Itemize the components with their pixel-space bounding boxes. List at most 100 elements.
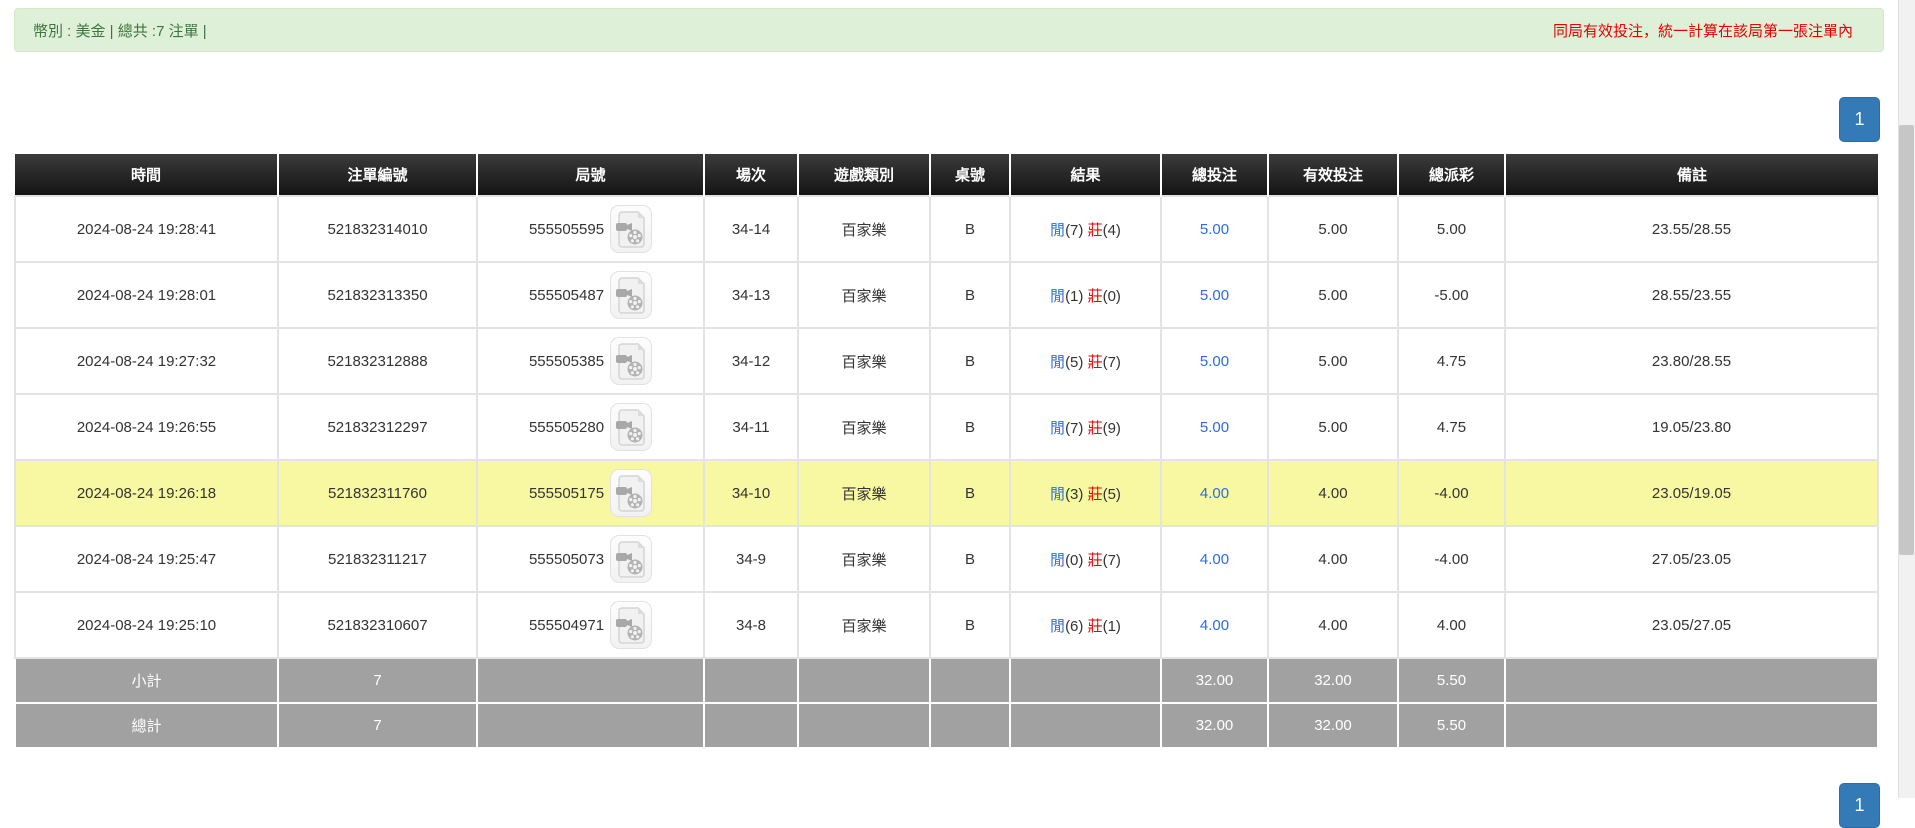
header-payout: 總派彩	[1397, 154, 1505, 196]
round-number: 555505385	[528, 352, 605, 370]
subtotal-valid-bet: 32.00	[1267, 657, 1399, 704]
subtotal-total-bet: 32.00	[1160, 657, 1269, 704]
video-file-icon	[616, 277, 645, 314]
result-player-score: (7)	[1065, 221, 1084, 239]
time-cell: 2024-08-24 19:26:18	[14, 459, 279, 527]
result-cell: 閒(6) 莊(1)	[1009, 591, 1162, 659]
result-banker-score: (4)	[1102, 221, 1121, 239]
result-banker-score: (7)	[1102, 353, 1121, 371]
result-player-label: 閒	[1050, 287, 1066, 305]
total-payout: 5.50	[1397, 702, 1506, 749]
bet-id-cell: 521832312297	[277, 393, 478, 461]
play-video-button[interactable]	[610, 271, 653, 319]
total-bet-link[interactable]: 4.00	[1200, 485, 1229, 502]
table-row[interactable]: 2024-08-24 19:26:18 521832311760 5555051…	[14, 459, 1879, 527]
video-file-icon	[616, 607, 645, 644]
total-bet-link[interactable]: 5.00	[1200, 419, 1229, 436]
video-file-icon	[616, 211, 645, 248]
result-banker-label: 莊	[1087, 617, 1103, 635]
header-game-type: 遊戲類別	[797, 154, 930, 196]
total-bet-link[interactable]: 5.00	[1200, 221, 1229, 238]
result-banker-score: (7)	[1102, 551, 1121, 569]
video-file-icon	[616, 541, 645, 578]
bet-id-cell: 521832312888	[277, 327, 478, 395]
valid-bet-cell: 4.00	[1267, 525, 1399, 593]
table-row[interactable]: 2024-08-24 19:28:01 521832313350 5555054…	[14, 261, 1879, 329]
table-row[interactable]: 2024-08-24 19:26:55 521832312297 5555052…	[14, 393, 1879, 461]
result-player-label: 閒	[1050, 419, 1066, 437]
grand-total-row: 總計 7 32.00 32.00 5.50	[14, 702, 1879, 749]
result-player-label: 閒	[1050, 551, 1066, 569]
game-type-cell: 百家樂	[797, 591, 931, 659]
play-video-button[interactable]	[610, 469, 653, 517]
table-row[interactable]: 2024-08-24 19:28:41 521832314010 5555055…	[14, 195, 1879, 263]
round-number: 555505175	[528, 484, 605, 502]
play-video-button[interactable]	[610, 535, 653, 583]
header-table-no: 桌號	[929, 154, 1010, 196]
round-number: 555504971	[528, 616, 605, 634]
play-video-button[interactable]	[610, 403, 653, 451]
table-no-cell: B	[929, 525, 1011, 593]
result-cell: 閒(1) 莊(0)	[1009, 261, 1162, 329]
pagination-page-1-button-bottom[interactable]: 1	[1839, 783, 1880, 828]
round-number: 555505073	[528, 550, 605, 568]
table-no-cell: B	[929, 393, 1011, 461]
result-banker-label: 莊	[1087, 221, 1103, 239]
round-no-cell: 555504971	[476, 591, 705, 659]
result-cell: 閒(3) 莊(5)	[1009, 459, 1162, 527]
time-cell: 2024-08-24 19:28:01	[14, 261, 279, 329]
scrollbar-thumb[interactable]	[1899, 125, 1914, 555]
remark-cell: 28.55/23.55	[1504, 261, 1879, 329]
result-cell: 閒(7) 莊(9)	[1009, 393, 1162, 461]
table-row[interactable]: 2024-08-24 19:25:10 521832310607 5555049…	[14, 591, 1879, 659]
total-bet-cell: 5.00	[1160, 327, 1269, 395]
remark-cell: 19.05/23.80	[1504, 393, 1879, 461]
remark-cell: 23.05/19.05	[1504, 459, 1879, 527]
header-result: 結果	[1009, 154, 1161, 196]
play-video-button[interactable]	[610, 601, 653, 649]
round-no-cell: 555505280	[476, 393, 705, 461]
total-label: 總計	[14, 702, 279, 749]
pagination-page-1-button[interactable]: 1	[1839, 97, 1880, 142]
table-no-cell: B	[929, 261, 1011, 329]
result-banker-score: (9)	[1102, 419, 1121, 437]
payout-cell: -5.00	[1397, 261, 1506, 329]
result-player-label: 閒	[1050, 353, 1066, 371]
play-video-button[interactable]	[610, 205, 653, 253]
round-number: 555505487	[528, 286, 605, 304]
bet-id-cell: 521832311760	[277, 459, 478, 527]
header-session: 場次	[703, 154, 798, 196]
remark-cell: 23.05/27.05	[1504, 591, 1879, 659]
total-bet-link[interactable]: 4.00	[1200, 551, 1229, 568]
total-bet-link[interactable]: 5.00	[1200, 353, 1229, 370]
total-total-bet: 32.00	[1160, 702, 1269, 749]
result-banker-score: (5)	[1102, 485, 1121, 503]
total-bet-link[interactable]: 4.00	[1200, 617, 1229, 634]
payout-cell: 4.75	[1397, 327, 1506, 395]
table-row[interactable]: 2024-08-24 19:25:47 521832311217 5555050…	[14, 525, 1879, 593]
play-video-button[interactable]	[610, 337, 653, 385]
summary-banner: 幣別 : 美金 | 總共 :7 注單 | 同局有效投注，統一計算在該局第一張注單…	[14, 8, 1884, 52]
round-no-cell: 555505595	[476, 195, 705, 263]
time-cell: 2024-08-24 19:27:32	[14, 327, 279, 395]
valid-bet-cell: 5.00	[1267, 327, 1399, 395]
scrollbar-track[interactable]	[1898, 0, 1915, 798]
header-valid-bet: 有效投注	[1267, 154, 1398, 196]
valid-bet-cell: 5.00	[1267, 261, 1399, 329]
video-file-icon	[616, 409, 645, 446]
round-number: 555505280	[528, 418, 605, 436]
session-cell: 34-12	[703, 327, 799, 395]
table-row[interactable]: 2024-08-24 19:27:32 521832312888 5555053…	[14, 327, 1879, 395]
result-player-label: 閒	[1050, 617, 1066, 635]
bet-id-cell: 521832313350	[277, 261, 478, 329]
table-header-row: 時間 注單編號 局號 場次 遊戲類別 桌號 結果 總投注 有效投注 總派彩 備註	[15, 154, 1878, 196]
game-type-cell: 百家樂	[797, 393, 931, 461]
time-cell: 2024-08-24 19:26:55	[14, 393, 279, 461]
header-time: 時間	[15, 154, 278, 196]
total-valid-bet: 32.00	[1267, 702, 1399, 749]
total-bet-link[interactable]: 5.00	[1200, 287, 1229, 304]
session-cell: 34-14	[703, 195, 799, 263]
payout-cell: 4.75	[1397, 393, 1506, 461]
valid-bet-cell: 5.00	[1267, 195, 1399, 263]
result-banker-label: 莊	[1087, 287, 1103, 305]
